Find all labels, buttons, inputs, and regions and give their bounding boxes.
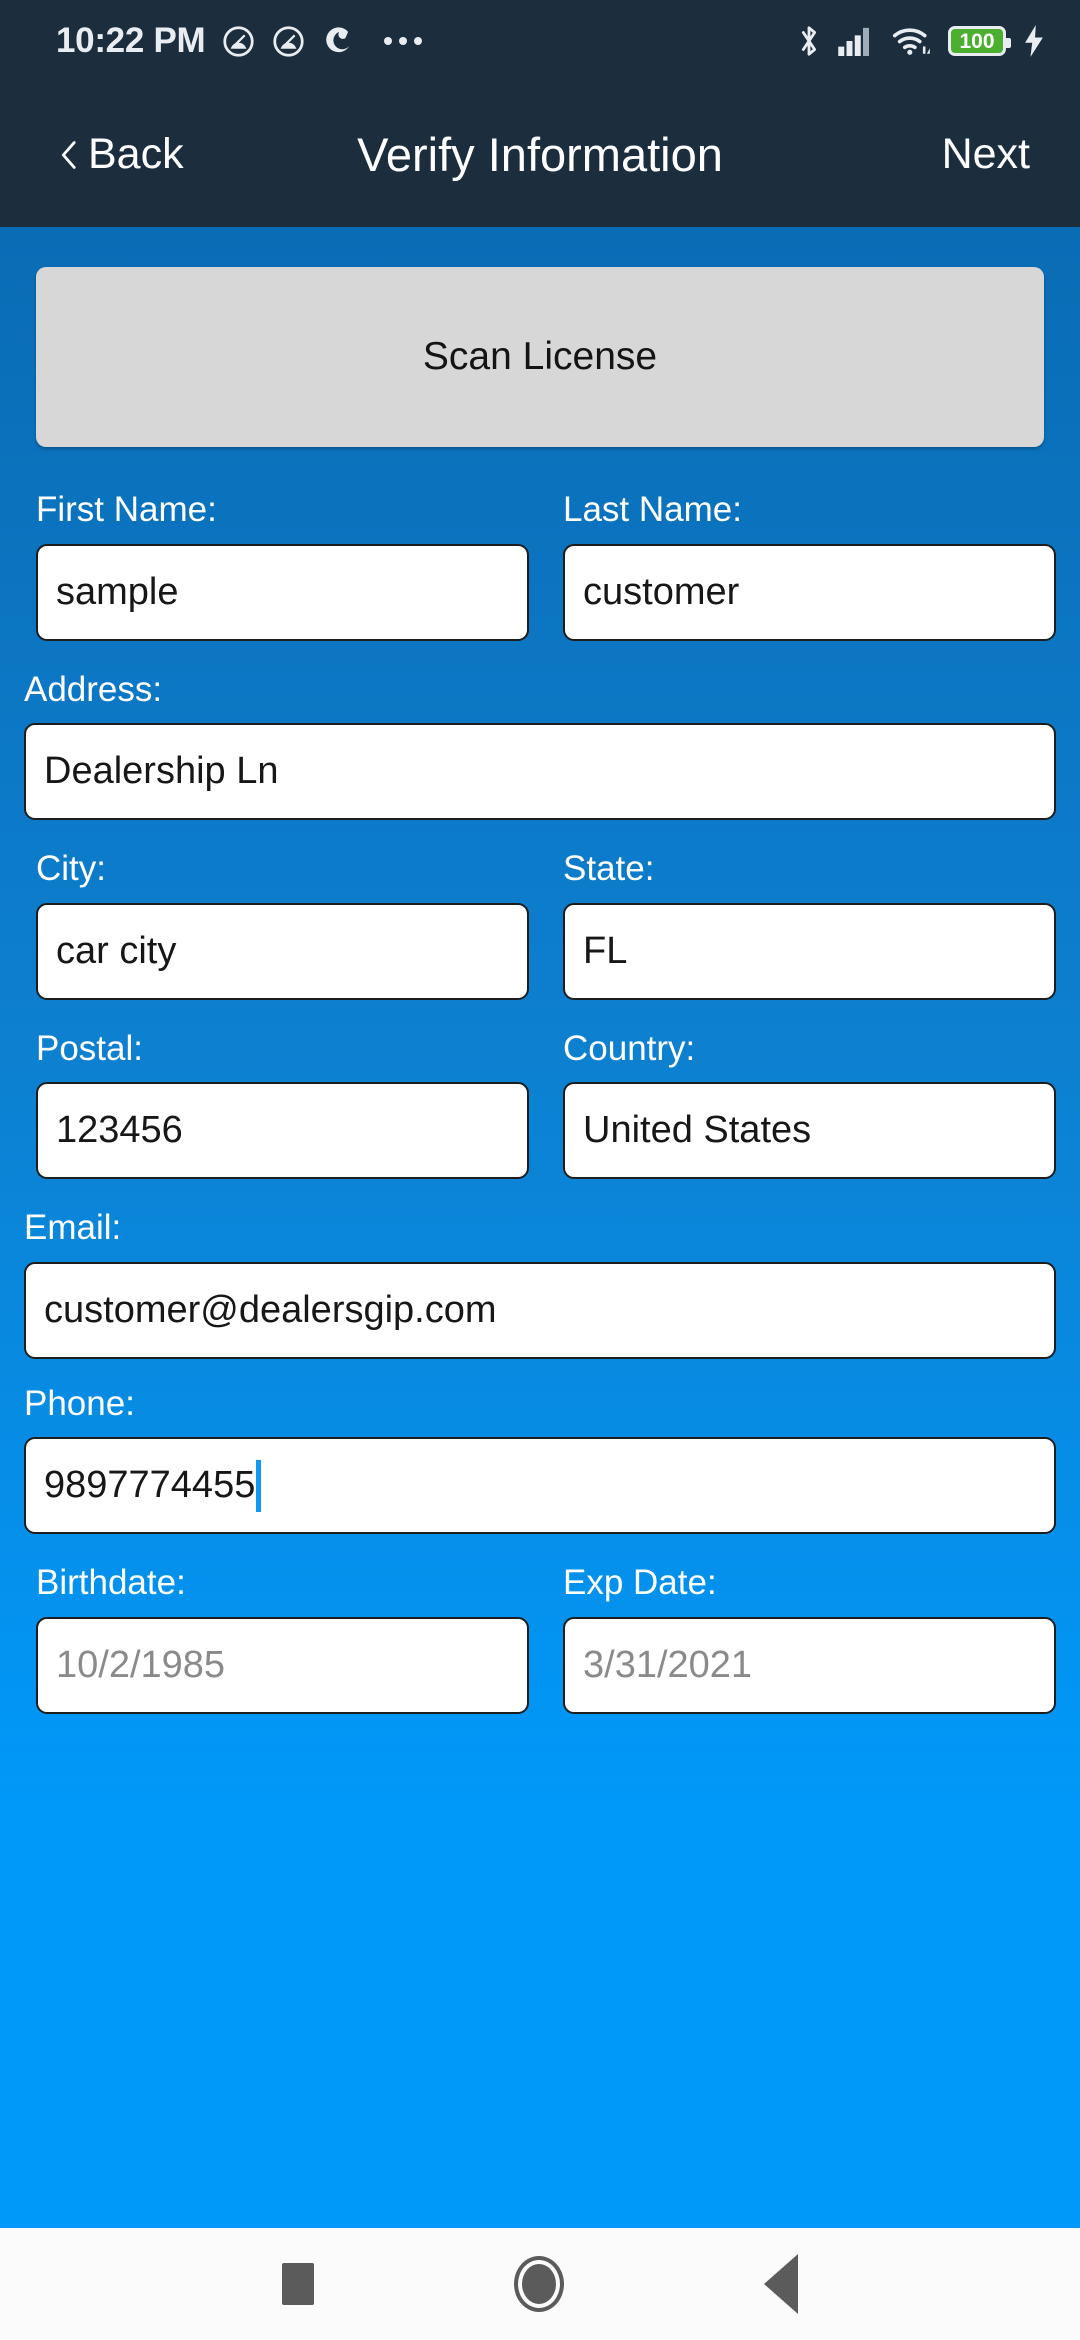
status-bar-left: 10:22 PM [56,21,423,61]
phone-field: Phone: 9897774455 [24,1383,1056,1534]
last-name-label: Last Name: [563,490,742,529]
first-name-field: First Name: sample [24,490,529,641]
email-input[interactable]: customer@dealersgip.com [24,1261,1056,1359]
app-notification-icon [272,25,305,58]
app-notification-icon [222,25,255,58]
postal-field: Postal: 123456 [24,1028,529,1179]
address-input[interactable]: Dealership Ln [24,723,1056,820]
birthdate-label: Birthdate: [36,1563,186,1602]
square-recents-icon[interactable] [282,2263,314,2305]
last-name-input[interactable]: customer [563,543,1056,641]
city-state-row: City: car city State: FL [24,849,1056,1000]
email-label: Email: [24,1208,122,1247]
verify-information-form: First Name: sample Last Name: customer A… [0,490,1080,1714]
scan-license-button[interactable]: Scan License [36,267,1044,447]
phone-row: Phone: 9897774455 [24,1383,1056,1534]
postal-label: Postal: [36,1028,143,1068]
name-row: First Name: sample Last Name: customer [24,490,1056,641]
postal-input[interactable]: 123456 [36,1082,529,1179]
state-input[interactable]: FL [563,902,1056,1000]
address-field: Address: Dealership Ln [24,669,1056,820]
first-name-input[interactable]: sample [36,543,529,641]
state-field: State: FL [551,849,1056,1000]
bluetooth-icon [796,24,822,58]
more-dots-icon [384,37,423,45]
country-input[interactable]: United States [563,1082,1056,1179]
battery-icon: 100 [948,26,1011,56]
last-name-field: Last Name: customer [551,490,1056,641]
exp-date-input[interactable]: 3/31/2021 [563,1616,1056,1714]
postal-country-row: Postal: 123456 Country: United States [24,1028,1056,1179]
phone-input-value: 9897774455 [44,1464,256,1506]
phone-label: Phone: [24,1383,135,1423]
address-row: Address: Dealership Ln [24,669,1056,820]
wifi-icon [892,26,932,56]
form-content: Scan License First Name: sample Last Nam… [0,227,1080,2228]
first-name-label: First Name: [36,490,217,529]
chevron-left-icon [61,140,76,169]
back-button-label: Back [88,130,184,178]
status-bar: 10:22 PM 100 [0,0,1080,82]
app-notification-icon [322,25,355,58]
state-label: State: [563,849,655,888]
email-field: Email: customer@dealersgip.com [24,1208,1056,1359]
country-field: Country: United States [551,1028,1056,1179]
exp-date-label: Exp Date: [563,1563,717,1602]
next-button[interactable]: Next [922,120,1050,189]
birthdate-input[interactable]: 10/2/1985 [36,1616,529,1714]
dates-row: Birthdate: 10/2/1985 Exp Date: 3/31/2021 [24,1563,1056,1714]
phone-input[interactable]: 9897774455 [24,1437,1056,1534]
android-navigation-bar [0,2228,1080,2340]
exp-date-field: Exp Date: 3/31/2021 [551,1563,1056,1714]
email-row: Email: customer@dealersgip.com [24,1208,1056,1359]
address-label: Address: [24,669,163,709]
cell-signal-icon [838,26,876,56]
text-cursor [256,1459,262,1512]
circle-home-icon[interactable] [514,2256,564,2312]
status-bar-right: 100 [796,24,1046,58]
back-button[interactable]: Back [30,120,208,189]
city-label: City: [36,849,106,888]
country-label: Country: [563,1028,696,1068]
app-nav-bar: Back Verify Information Next [0,82,1080,227]
city-input[interactable]: car city [36,902,529,1000]
charging-bolt-icon [1022,25,1046,57]
status-time: 10:22 PM [56,21,206,60]
birthdate-field: Birthdate: 10/2/1985 [24,1563,529,1714]
battery-level: 100 [959,29,995,53]
triangle-back-icon[interactable] [764,2254,798,2314]
city-field: City: car city [24,849,529,1000]
phone-screen: 10:22 PM 100 Back Verify Information Nex… [0,0,1080,2340]
